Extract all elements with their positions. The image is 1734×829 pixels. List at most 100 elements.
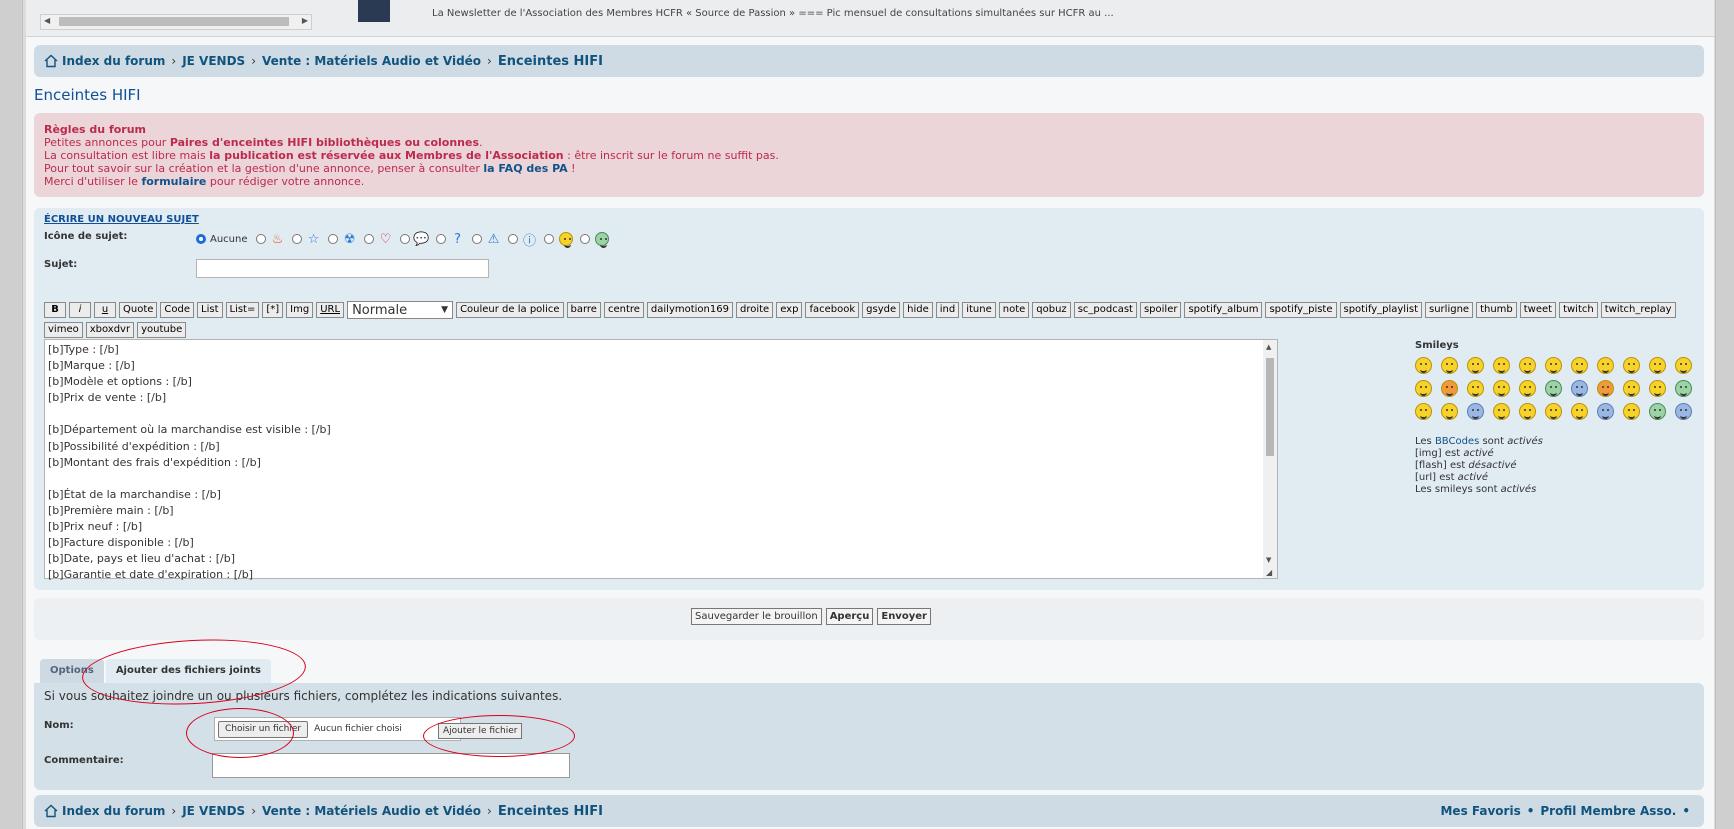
- code-button[interactable]: Code: [160, 302, 195, 318]
- smiley-icon[interactable]: [1545, 380, 1562, 397]
- form-link[interactable]: formulaire: [141, 175, 206, 188]
- bbcode-qobuz-button[interactable]: qobuz: [1032, 302, 1071, 318]
- message-textarea[interactable]: [b]Type : [/b] [b]Marque : [/b] [b]Modèl…: [44, 339, 1278, 581]
- smiley-icon[interactable]: [1467, 357, 1484, 374]
- bbcode-youtube-button[interactable]: youtube: [137, 322, 187, 338]
- smiley-icon[interactable]: [1415, 403, 1432, 420]
- bbcode-itune-button[interactable]: itune: [962, 302, 996, 318]
- url-button[interactable]: URL: [316, 302, 345, 318]
- smiley-icon[interactable]: [1597, 380, 1614, 397]
- smiley-icon[interactable]: [1571, 403, 1588, 420]
- save-draft-button[interactable]: Sauvegarder le brouillon: [691, 608, 822, 625]
- smiley-icon[interactable]: [1649, 357, 1666, 374]
- bbcode-twitch-button[interactable]: twitch: [1559, 302, 1598, 318]
- breadcrumb-vente[interactable]: Vente : Matériels Audio et Vidéo: [262, 54, 481, 68]
- breadcrumb-enceintes[interactable]: Enceintes HIFI: [498, 804, 603, 819]
- bbcode-spotify-album-button[interactable]: spotify_album: [1184, 302, 1263, 318]
- bbcode-hide-button[interactable]: hide: [903, 302, 933, 318]
- smiley-icon[interactable]: [1649, 380, 1666, 397]
- underline-button[interactable]: u: [94, 302, 116, 318]
- italic-button[interactable]: i: [69, 302, 91, 318]
- icon-radio-warning[interactable]: [471, 234, 482, 244]
- smiley-icon[interactable]: [1519, 380, 1536, 397]
- smiley-icon[interactable]: [1623, 357, 1640, 374]
- page-title[interactable]: Enceintes HIFI: [34, 86, 141, 104]
- icon-radio-chat[interactable]: [399, 234, 410, 244]
- favorites-link[interactable]: Mes Favoris: [1440, 804, 1520, 818]
- subject-input[interactable]: [196, 259, 489, 278]
- quote-button[interactable]: Quote: [119, 302, 158, 318]
- smiley-icon[interactable]: [1415, 357, 1432, 374]
- smiley-icon[interactable]: [1597, 357, 1614, 374]
- bbcode-droite-button[interactable]: droite: [735, 302, 774, 318]
- icon-radio-wink[interactable]: [543, 234, 554, 244]
- bbcode-centre-button[interactable]: centre: [603, 302, 644, 318]
- smiley-icon[interactable]: [1467, 403, 1484, 420]
- bbcode-ind-button[interactable]: ind: [935, 302, 960, 318]
- textarea-scroll-thumb[interactable]: [1266, 358, 1274, 456]
- smiley-icon[interactable]: [1597, 403, 1614, 420]
- horizontal-scrollbar[interactable]: ◀ ▶: [40, 14, 312, 30]
- smiley-icon[interactable]: [1441, 380, 1458, 397]
- list-item-button[interactable]: [*]: [262, 302, 284, 318]
- bbcode-facebook-button[interactable]: facebook: [805, 302, 860, 318]
- comment-textarea[interactable]: [212, 753, 570, 778]
- bbcode-xboxdvr-button[interactable]: xboxdvr: [85, 322, 135, 338]
- scroll-up-icon[interactable]: ▲: [1266, 343, 1271, 351]
- smiley-icon[interactable]: [1675, 380, 1692, 397]
- smiley-icon[interactable]: [1571, 357, 1588, 374]
- bbcodes-link[interactable]: BBCodes: [1435, 436, 1479, 447]
- smiley-icon[interactable]: [1519, 357, 1536, 374]
- bbcode-spoiler-button[interactable]: spoiler: [1139, 302, 1182, 318]
- smiley-icon[interactable]: [1675, 403, 1692, 420]
- smiley-icon[interactable]: [1649, 403, 1666, 420]
- bbcode-thumb-button[interactable]: thumb: [1476, 302, 1517, 318]
- breadcrumb-vente[interactable]: Vente : Matériels Audio et Vidéo: [262, 804, 481, 818]
- smiley-icon[interactable]: [1675, 357, 1692, 374]
- bbcode-exp-button[interactable]: exp: [776, 302, 803, 318]
- smiley-icon[interactable]: [1441, 403, 1458, 420]
- icon-radio-heart[interactable]: [363, 234, 374, 244]
- bbcode-spotify-piste-button[interactable]: spotify_piste: [1265, 302, 1337, 318]
- img-button[interactable]: Img: [286, 302, 314, 318]
- textarea-scrollbar[interactable]: ▲ ▼ ◢: [1263, 340, 1277, 578]
- bbcode-tweet-button[interactable]: tweet: [1519, 302, 1557, 318]
- ordered-list-button[interactable]: List=: [225, 302, 260, 318]
- smiley-icon[interactable]: [1623, 403, 1640, 420]
- list-button[interactable]: List: [197, 302, 223, 318]
- breadcrumb-enceintes[interactable]: Enceintes HIFI: [498, 54, 603, 69]
- icon-radio-radioactive[interactable]: [327, 234, 338, 244]
- breadcrumb-index[interactable]: Index du forum: [62, 804, 165, 818]
- icon-radio-star[interactable]: [291, 234, 302, 244]
- icon-radio-question[interactable]: [435, 234, 446, 244]
- scrollbar-thumb[interactable]: [59, 17, 289, 26]
- smiley-icon[interactable]: [1493, 403, 1510, 420]
- resize-handle-icon[interactable]: ◢: [1266, 568, 1272, 577]
- bbcode-twitch-replay-button[interactable]: twitch_replay: [1600, 302, 1676, 318]
- smiley-icon[interactable]: [1415, 380, 1432, 397]
- smiley-icon[interactable]: [1623, 380, 1640, 397]
- smiley-icon[interactable]: [1571, 380, 1588, 397]
- bbcode-dailymotion-button[interactable]: dailymotion169: [646, 302, 733, 318]
- font-color-button[interactable]: Couleur de la police: [456, 302, 564, 318]
- bbcode-note-button[interactable]: note: [998, 302, 1030, 318]
- newsletter-link[interactable]: La Newsletter de l'Association des Membr…: [432, 8, 1114, 19]
- send-button[interactable]: Envoyer: [877, 608, 931, 625]
- icon-radio-none[interactable]: [196, 234, 206, 244]
- breadcrumb-index[interactable]: Index du forum: [62, 54, 165, 68]
- font-size-select[interactable]: Normale ▼: [347, 301, 454, 319]
- scroll-right-icon[interactable]: ▶: [302, 16, 308, 25]
- breadcrumb-je-vends[interactable]: JE VENDS: [182, 804, 245, 818]
- smiley-icon[interactable]: [1441, 357, 1458, 374]
- icon-radio-grin[interactable]: [579, 234, 590, 244]
- scroll-left-icon[interactable]: ◀: [44, 16, 50, 25]
- icon-radio-info[interactable]: [507, 234, 518, 244]
- smiley-icon[interactable]: [1467, 380, 1484, 397]
- preview-button[interactable]: Aperçu: [825, 608, 874, 625]
- bbcode-vimeo-button[interactable]: vimeo: [44, 322, 83, 338]
- faq-link[interactable]: la FAQ des PA: [483, 162, 567, 175]
- bbcode-spotify-playlist-button[interactable]: spotify_playlist: [1339, 302, 1422, 318]
- bbcode-sc-podcast-button[interactable]: sc_podcast: [1073, 302, 1137, 318]
- bbcode-gsyde-button[interactable]: gsyde: [862, 302, 901, 318]
- newsletter-thumbnail[interactable]: [358, 0, 390, 22]
